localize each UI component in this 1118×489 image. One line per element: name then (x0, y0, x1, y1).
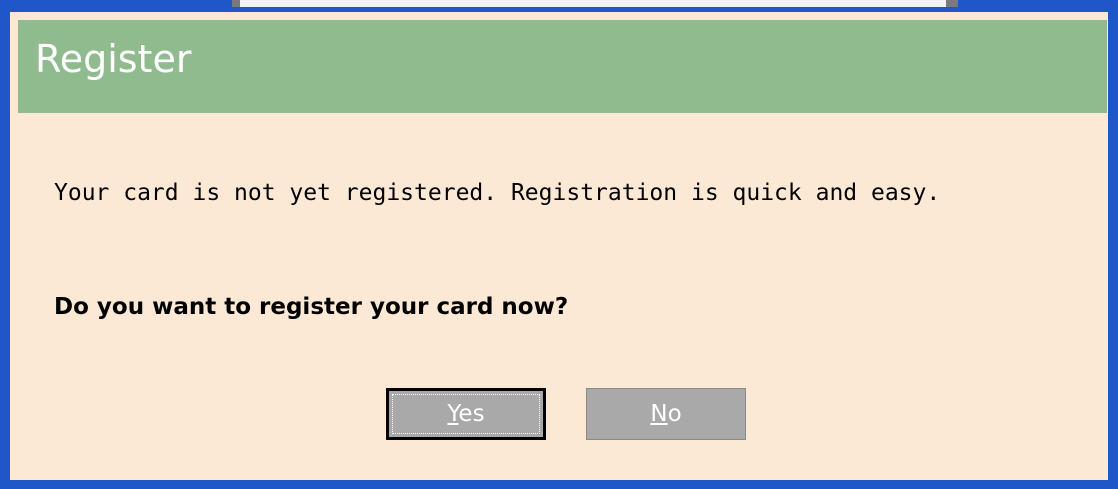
dialog-question: Do you want to register your card now? (54, 294, 569, 320)
dialog-title: Register (35, 37, 192, 81)
dialog-message: Your card is not yet registered. Registr… (54, 180, 941, 206)
focus-indicator (392, 394, 540, 434)
no-button[interactable]: No (586, 388, 746, 440)
register-dialog: Register Your card is not yet registered… (10, 12, 1108, 480)
background-window-edge-inner (240, 0, 946, 7)
dialog-titlebar: Register (18, 20, 1107, 113)
yes-button[interactable]: Yes (386, 388, 546, 440)
window-frame: Register Your card is not yet registered… (0, 0, 1118, 489)
no-mnemonic: N (650, 401, 668, 427)
no-button-label: No (650, 401, 681, 427)
no-label-rest: o (667, 401, 682, 427)
